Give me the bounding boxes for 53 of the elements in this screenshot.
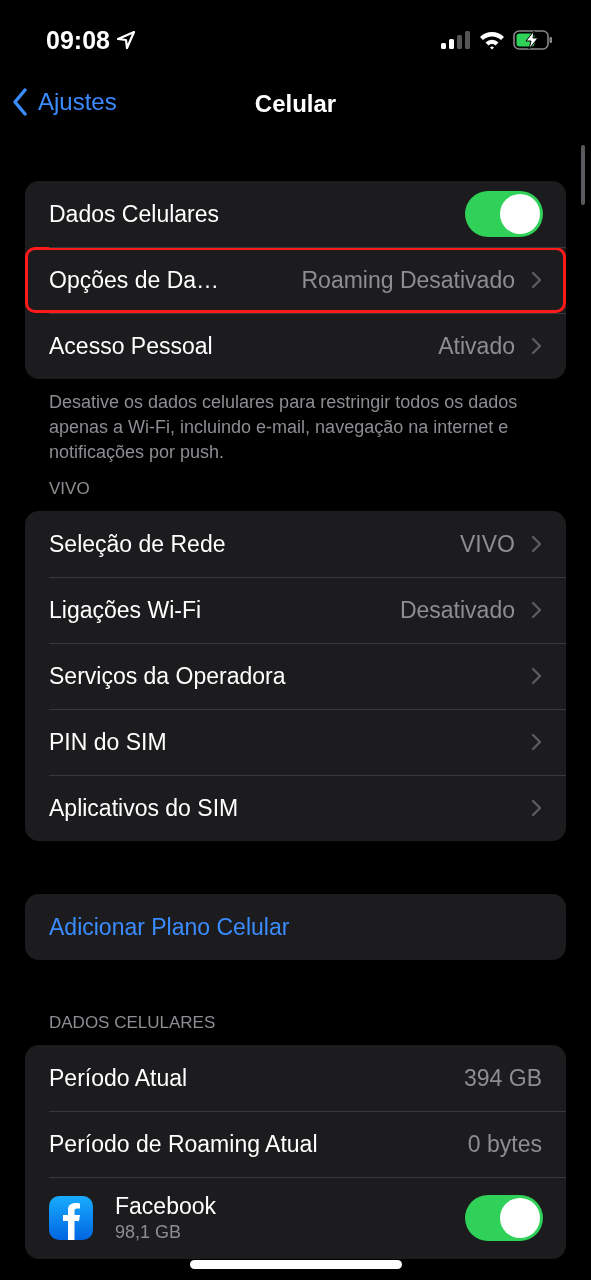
section-header: VIVO [48, 478, 91, 500]
row-label: Serviços da Operadora [49, 662, 286, 690]
row-value: Roaming Desativado [301, 266, 515, 294]
battery-charging-icon [513, 29, 553, 51]
row-label: Período de Roaming Atual [49, 1130, 318, 1158]
settings-row[interactable]: Serviços da Operadora [25, 643, 566, 709]
status-time: 09:08 [46, 25, 110, 55]
settings-row[interactable]: Acesso Pessoal Ativado [25, 313, 566, 379]
settings-row[interactable]: Seleção de Rede VIVO [25, 511, 566, 577]
settings-row[interactable]: Dados Celulares [25, 181, 566, 247]
toggle-switch[interactable] [465, 1195, 543, 1241]
location-arrow-icon [115, 30, 136, 50]
row-value: 394 GB [464, 1064, 542, 1092]
settings-row[interactable]: Opções de Da… Roaming Desativado [25, 247, 566, 313]
settings-row[interactable]: PIN do SIM [25, 709, 566, 775]
section-header: DADOS CELULARES [48, 1012, 217, 1034]
section-footer: Desative os dados celulares para restringir todos os dados apenas a Wi-Fi, incluindo e-mail, navegação na internet e notificações por push. [0, 390, 591, 465]
row-value: VIVO [460, 530, 515, 558]
toggle-switch[interactable] [465, 191, 543, 237]
chevron-icon [531, 337, 542, 355]
settings-row[interactable]: Período de Roaming Atual 0 bytes [25, 1111, 566, 1177]
row-label: Acesso Pessoal [49, 332, 213, 360]
chevron-icon [531, 601, 542, 619]
row-label: Adicionar Plano Celular [49, 913, 290, 941]
settings-row[interactable]: Ligações Wi-Fi Desativado [25, 577, 566, 643]
row-value: Ativado [438, 332, 515, 360]
signal-icon [441, 30, 471, 50]
chevron-icon [531, 535, 542, 553]
wifi-icon [479, 30, 505, 50]
chevron-icon [531, 271, 542, 289]
row-subtitle: 98,1 GB [115, 1222, 183, 1243]
settings-row[interactable]: Adicionar Plano Celular [25, 894, 566, 960]
row-label: Período Atual [49, 1064, 188, 1092]
chevron-icon [531, 667, 542, 685]
chevron-icon [531, 733, 542, 751]
back-chevron-icon [12, 88, 28, 116]
chevron-icon [531, 799, 542, 817]
row-value: Desativado [399, 596, 515, 624]
row-value: 0 bytes [467, 1130, 542, 1158]
back-button[interactable]: Ajustes [12, 88, 117, 116]
settings-row[interactable]: Período Atual 394 GB [25, 1045, 566, 1111]
row-label: Opções de Da… [49, 266, 220, 294]
row-label: PIN do SIM [49, 728, 167, 756]
screen-title: Celular [254, 90, 337, 118]
settings-row[interactable]: Facebook 98,1 GB [25, 1177, 566, 1259]
row-label: Dados Celulares [49, 200, 220, 228]
row-label: Facebook [115, 1193, 216, 1220]
app-icon [49, 1196, 93, 1240]
row-label: Seleção de Rede [49, 530, 226, 558]
row-label: Ligações Wi-Fi [49, 596, 202, 624]
row-label: Aplicativos do SIM [49, 794, 239, 822]
settings-row[interactable]: Aplicativos do SIM [25, 775, 566, 841]
scroll-indicator [581, 145, 585, 205]
